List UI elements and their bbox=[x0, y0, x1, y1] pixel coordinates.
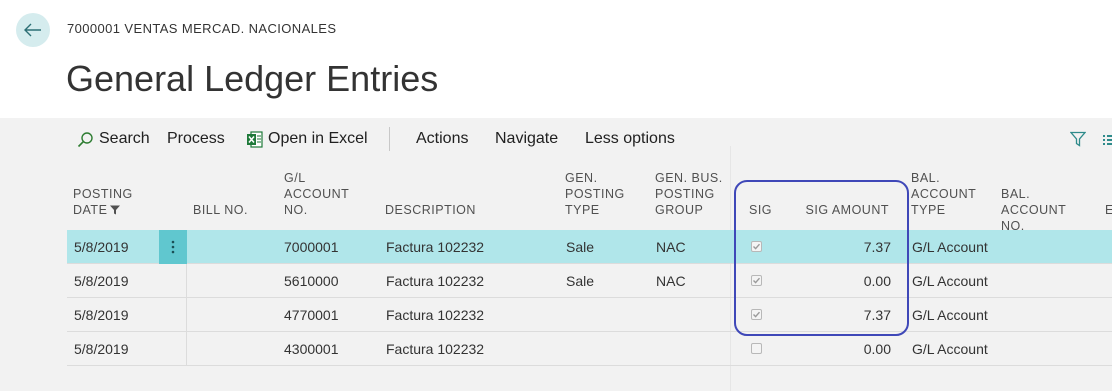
header-gpt-line2: POSTING bbox=[565, 187, 625, 201]
navigate-label: Navigate bbox=[495, 130, 559, 147]
cell-sig-amount[interactable]: 0.00 bbox=[792, 341, 891, 357]
process-label: Process bbox=[167, 130, 225, 147]
header-bat-line3: TYPE bbox=[911, 203, 946, 217]
page-title: General Ledger Entries bbox=[66, 58, 439, 99]
header-gen-posting-type[interactable]: GEN. POSTING TYPE bbox=[565, 170, 625, 218]
more-vertical-icon bbox=[171, 240, 175, 254]
highlight-annotation bbox=[734, 180, 909, 336]
cell-gl-account-no[interactable]: 7000001 bbox=[284, 239, 339, 255]
page-header: 7000001 VENTAS MERCAD. NACIONALES Genera… bbox=[0, 0, 1112, 118]
cell-posting-date[interactable]: 5/8/2019 bbox=[74, 341, 129, 357]
action-bar: Search Process Open in Excel Actions Nav… bbox=[67, 118, 1112, 160]
header-bat-line2: ACCOUNT bbox=[911, 187, 977, 201]
actions-menu[interactable]: Actions bbox=[416, 130, 468, 148]
header-posting-date-line2: DATE bbox=[73, 203, 108, 217]
filter-icon[interactable] bbox=[1070, 131, 1086, 147]
header-gbpg-line1: GEN. BUS. bbox=[655, 171, 723, 185]
header-gl-line2: ACCOUNT bbox=[284, 187, 350, 201]
cell-bal-account-type[interactable]: G/L Account bbox=[912, 239, 988, 255]
header-gen-bus-posting-group[interactable]: GEN. BUS. POSTING GROUP bbox=[655, 170, 723, 218]
search-label: Search bbox=[99, 130, 150, 147]
toolbar-separator bbox=[389, 127, 390, 151]
navigate-menu[interactable]: Navigate bbox=[495, 130, 558, 148]
header-ban-line1: BAL. bbox=[1001, 187, 1031, 201]
cell-gen-posting-type[interactable]: Sale bbox=[566, 273, 594, 289]
header-description[interactable]: DESCRIPTION bbox=[385, 202, 476, 218]
header-gl-line1: G/L bbox=[284, 171, 306, 185]
less-options-label: Less options bbox=[585, 130, 675, 147]
cell-description[interactable]: Factura 102232 bbox=[386, 239, 484, 255]
ledger-entries-grid: POSTING DATE BILL NO. G/L ACCOUNT NO. DE… bbox=[67, 146, 1112, 391]
cell-description[interactable]: Factura 102232 bbox=[386, 341, 484, 357]
header-next-column[interactable]: E bbox=[1105, 202, 1112, 218]
table-row[interactable]: 5/8/2019 7000001 Factura 102232 Sale NAC G/L … bbox=[67, 230, 1112, 264]
table-row[interactable]: 5/8/2019 5610000 Factura 102232 Sale NAC G/L … bbox=[67, 264, 1112, 298]
cell-gen-bus-posting-group[interactable]: NAC bbox=[656, 239, 686, 255]
search-icon bbox=[77, 131, 93, 147]
excel-icon bbox=[247, 130, 263, 148]
cell-divider bbox=[186, 332, 187, 365]
cell-description[interactable]: Factura 102232 bbox=[386, 307, 484, 323]
cell-posting-date[interactable]: 5/8/2019 bbox=[74, 273, 129, 289]
actions-label: Actions bbox=[416, 130, 469, 147]
header-bal-account-type[interactable]: BAL. ACCOUNT TYPE bbox=[911, 170, 976, 218]
header-ban-line2: ACCOUNT bbox=[1001, 203, 1067, 217]
cell-bal-account-type[interactable]: G/L Account bbox=[912, 307, 988, 323]
breadcrumb[interactable]: 7000001 VENTAS MERCAD. NACIONALES bbox=[67, 21, 336, 36]
header-bill-no[interactable]: BILL NO. bbox=[193, 202, 248, 218]
sig-checkbox[interactable] bbox=[751, 343, 762, 354]
open-in-excel-label: Open in Excel bbox=[268, 130, 368, 147]
header-gbpg-line3: GROUP bbox=[655, 203, 704, 217]
list-view-icon[interactable] bbox=[1103, 135, 1112, 145]
header-bat-line1: BAL. bbox=[911, 171, 941, 185]
process-button[interactable]: Process bbox=[167, 130, 225, 148]
cell-description[interactable]: Factura 102232 bbox=[386, 273, 484, 289]
header-gpt-line3: TYPE bbox=[565, 203, 600, 217]
header-gl-account-no[interactable]: G/L ACCOUNT NO. bbox=[284, 170, 349, 218]
header-gbpg-line2: POSTING bbox=[655, 187, 715, 201]
cell-gl-account-no[interactable]: 4300001 bbox=[284, 341, 339, 357]
filter-active-icon bbox=[110, 205, 121, 215]
less-options-button[interactable]: Less options bbox=[585, 130, 675, 148]
header-gl-line3: NO. bbox=[284, 203, 308, 217]
header-posting-date[interactable]: POSTING DATE bbox=[73, 186, 133, 218]
cell-gen-posting-type[interactable]: Sale bbox=[566, 239, 594, 255]
back-button[interactable] bbox=[16, 13, 50, 47]
content-area: Search Process Open in Excel Actions Nav… bbox=[0, 118, 1112, 391]
open-in-excel-button[interactable]: Open in Excel bbox=[246, 130, 368, 148]
cell-bal-account-type[interactable]: G/L Account bbox=[912, 341, 988, 357]
cell-posting-date[interactable]: 5/8/2019 bbox=[74, 307, 129, 323]
cell-bal-account-type[interactable]: G/L Account bbox=[912, 273, 988, 289]
header-bal-account-no[interactable]: BAL. ACCOUNT NO. bbox=[1001, 186, 1066, 234]
cell-gl-account-no[interactable]: 4770001 bbox=[284, 307, 339, 323]
cell-gl-account-no[interactable]: 5610000 bbox=[284, 273, 339, 289]
header-posting-date-line1: POSTING bbox=[73, 187, 133, 201]
cell-posting-date[interactable]: 5/8/2019 bbox=[74, 239, 129, 255]
table-row[interactable]: 5/8/2019 4770001 Factura 102232 G/L Account… bbox=[67, 298, 1112, 332]
cell-gen-bus-posting-group[interactable]: NAC bbox=[656, 273, 686, 289]
arrow-left-icon bbox=[24, 23, 41, 37]
row-actions-button[interactable] bbox=[159, 230, 187, 264]
cell-divider bbox=[186, 264, 187, 297]
cell-divider bbox=[186, 298, 187, 331]
header-gpt-line1: GEN. bbox=[565, 171, 598, 185]
table-row[interactable]: 5/8/2019 4300001 Factura 102232 G/L Account… bbox=[67, 332, 1112, 366]
search-button[interactable]: Search bbox=[77, 130, 150, 148]
